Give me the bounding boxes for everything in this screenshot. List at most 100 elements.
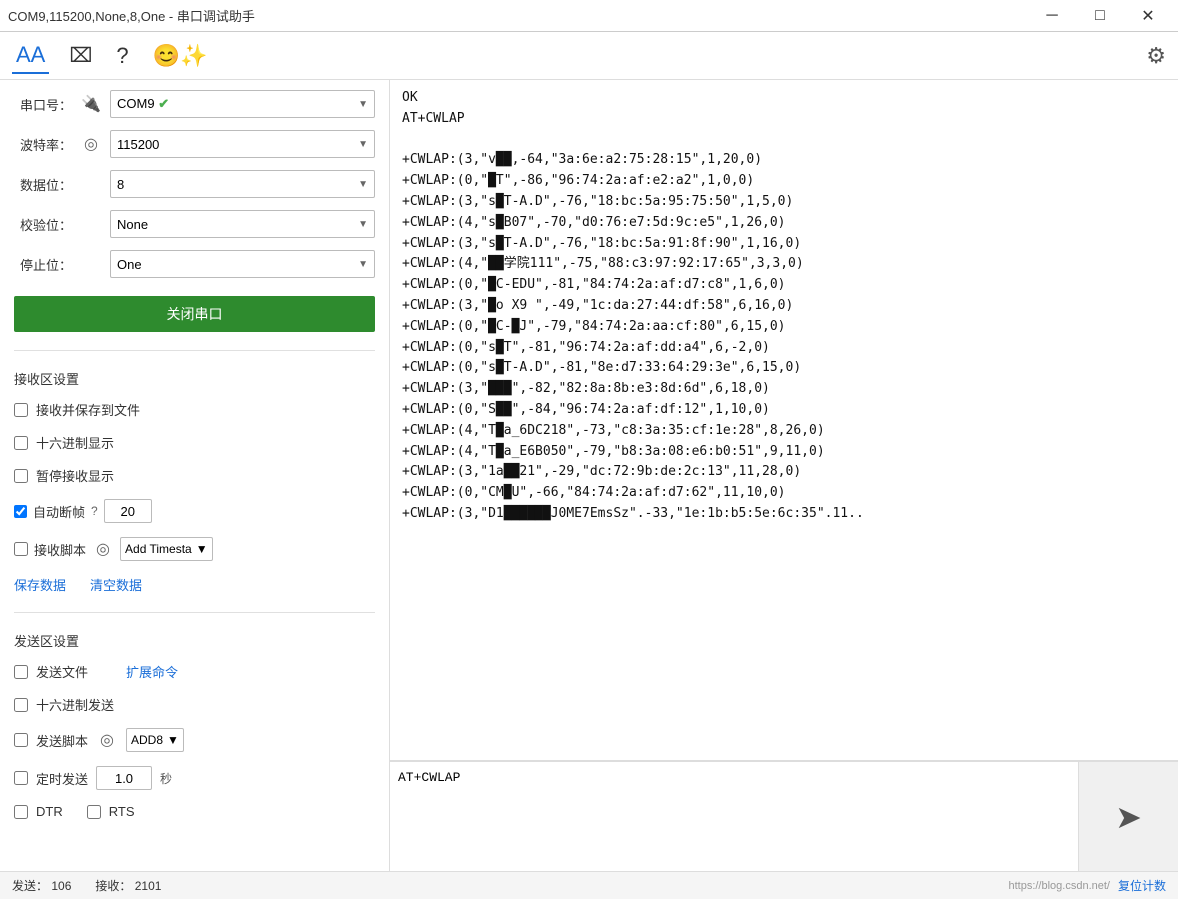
baud-label: 波特率： (14, 135, 72, 154)
timed-send-row: 定时发送 秒 (14, 766, 375, 790)
hex-display-label[interactable]: 十六进制显示 (36, 433, 114, 452)
receive-script-icon: ◎ (92, 539, 114, 559)
send-settings-title: 发送区设置 (14, 631, 375, 650)
data-bits-value: 8 (117, 177, 124, 192)
parity-label: 校验位： (14, 215, 72, 234)
data-bits-label: 数据位： (14, 175, 72, 194)
minimize-button[interactable]: ─ (1030, 2, 1074, 30)
font-icon[interactable]: AA (12, 38, 49, 74)
stop-bits-select[interactable]: One ▼ (110, 250, 375, 278)
emoji-icon[interactable]: 😊✨ (149, 39, 212, 73)
timed-send-unit: 秒 (160, 770, 172, 787)
save-to-file-checkbox[interactable] (14, 403, 28, 417)
baud-select[interactable]: 115200 ▼ (110, 130, 375, 158)
divider-2 (14, 612, 375, 613)
stop-bits-label: 停止位： (14, 255, 72, 274)
stop-bits-row: 停止位： One ▼ (14, 250, 375, 278)
hex-display-row: 十六进制显示 (14, 433, 375, 452)
baud-value: 115200 (117, 137, 159, 152)
title-bar: COM9,115200,None,8,One - 串口调试助手 ─ □ ✕ (0, 0, 1178, 32)
close-button[interactable]: ✕ (1126, 2, 1170, 30)
receive-script-checkbox[interactable] (14, 542, 28, 556)
divider-1 (14, 350, 375, 351)
pause-display-checkbox[interactable] (14, 469, 28, 483)
port-arrow: ▼ (358, 99, 368, 110)
receive-script-select[interactable]: Add Timesta ▼ (120, 537, 213, 561)
data-links-row: 保存数据 清空数据 (14, 575, 375, 594)
send-script-label[interactable]: 发送脚本 (36, 731, 88, 750)
help-icon[interactable]: ? (112, 39, 132, 73)
receive-script-arrow: ▼ (196, 542, 208, 556)
send-file-label[interactable]: 发送文件 (36, 662, 88, 681)
timed-send-label[interactable]: 定时发送 (36, 769, 88, 788)
dtr-rts-row: DTR RTS (14, 804, 375, 819)
port-value: COM9 ✔ (117, 96, 173, 112)
settings-icon[interactable]: ⚙ (1146, 43, 1166, 69)
crop-icon[interactable]: ⌧ (65, 39, 96, 72)
left-panel: 串口号： 🔌 COM9 ✔ ▼ 波特率： ◎ 115200 ▼ 数据位： 8 (0, 80, 390, 871)
port-select[interactable]: COM9 ✔ ▼ (110, 90, 375, 118)
hex-send-row: 十六进制发送 (14, 695, 375, 714)
right-panel: OK AT+CWLAP +CWLAP:(3,"v██,-64,"3a:6e:a2… (390, 80, 1178, 871)
toolbar-left: AA ⌧ ? 😊✨ (12, 38, 211, 74)
port-check: ✔ (158, 96, 169, 111)
port-label: 串口号： (14, 95, 72, 114)
auto-frame-value-input[interactable] (104, 499, 152, 523)
send-button[interactable]: ➤ (1078, 762, 1178, 871)
send-icon: ➤ (1115, 798, 1142, 836)
title-bar-left: COM9,115200,None,8,One - 串口调试助手 (8, 6, 255, 25)
data-bits-arrow: ▼ (358, 179, 368, 190)
dtr-checkbox[interactable] (14, 805, 28, 819)
status-bar: 发送： 106 接收： 2101 https://blog.csdn.net/ … (0, 871, 1178, 899)
pause-display-label[interactable]: 暂停接收显示 (36, 466, 114, 485)
auto-frame-label[interactable]: 自动断帧 (33, 502, 85, 521)
send-area-container: AT+CWLAP ➤ (390, 761, 1178, 871)
hex-display-checkbox[interactable] (14, 436, 28, 450)
receive-count: 2101 (135, 879, 162, 893)
auto-frame-help-icon[interactable]: ? (91, 504, 98, 518)
expand-cmd-link[interactable]: 扩展命令 (126, 662, 178, 681)
send-script-checkbox[interactable] (14, 733, 28, 747)
timed-send-value-input[interactable] (96, 766, 152, 790)
receive-area: OK AT+CWLAP +CWLAP:(3,"v██,-64,"3a:6e:a2… (390, 80, 1178, 761)
title-bar-controls: ─ □ ✕ (1030, 2, 1170, 30)
send-file-checkbox[interactable] (14, 665, 28, 679)
data-bits-select[interactable]: 8 ▼ (110, 170, 375, 198)
hex-send-label[interactable]: 十六进制发送 (36, 695, 114, 714)
send-count-label: 发送： 106 (12, 877, 71, 894)
parity-select[interactable]: None ▼ (110, 210, 375, 238)
receive-script-row: 接收脚本 ◎ Add Timesta ▼ (14, 537, 375, 561)
data-bits-row: 数据位： 8 ▼ (14, 170, 375, 198)
reset-count-link[interactable]: 复位计数 (1118, 877, 1166, 894)
hex-send-checkbox[interactable] (14, 698, 28, 712)
csdn-link: https://blog.csdn.net/ (1008, 880, 1110, 892)
save-data-link[interactable]: 保存数据 (14, 575, 66, 594)
receive-script-label[interactable]: 接收脚本 (34, 540, 86, 559)
rts-checkbox[interactable] (87, 805, 101, 819)
port-icon: 🔌 (80, 94, 102, 114)
maximize-button[interactable]: □ (1078, 2, 1122, 30)
receive-script-option: Add Timesta (125, 542, 192, 556)
window-title: COM9,115200,None,8,One - 串口调试助手 (8, 6, 255, 25)
parity-value: None (117, 217, 148, 232)
rts-label[interactable]: RTS (109, 804, 135, 819)
status-bar-left: 发送： 106 接收： 2101 (12, 877, 161, 894)
save-to-file-label[interactable]: 接收并保存到文件 (36, 400, 140, 419)
send-file-row: 发送文件 扩展命令 (14, 662, 375, 681)
baud-icon: ◎ (80, 134, 102, 154)
stop-bits-arrow: ▼ (358, 259, 368, 270)
auto-frame-row: 自动断帧 ? (14, 499, 375, 523)
receive-settings-title: 接收区设置 (14, 369, 375, 388)
dtr-label[interactable]: DTR (36, 804, 63, 819)
port-row: 串口号： 🔌 COM9 ✔ ▼ (14, 90, 375, 118)
send-count: 106 (51, 879, 71, 893)
receive-content: OK AT+CWLAP +CWLAP:(3,"v██,-64,"3a:6e:a2… (402, 88, 1166, 525)
timed-send-checkbox[interactable] (14, 771, 28, 785)
clear-data-link[interactable]: 清空数据 (90, 575, 142, 594)
send-script-select[interactable]: ADD8 ▼ (126, 728, 184, 752)
auto-frame-checkbox[interactable] (14, 505, 27, 518)
baud-arrow: ▼ (358, 139, 368, 150)
close-serial-button[interactable]: 关闭串口 (14, 296, 375, 332)
stop-bits-value: One (117, 257, 142, 272)
send-textarea[interactable]: AT+CWLAP (390, 762, 1078, 871)
